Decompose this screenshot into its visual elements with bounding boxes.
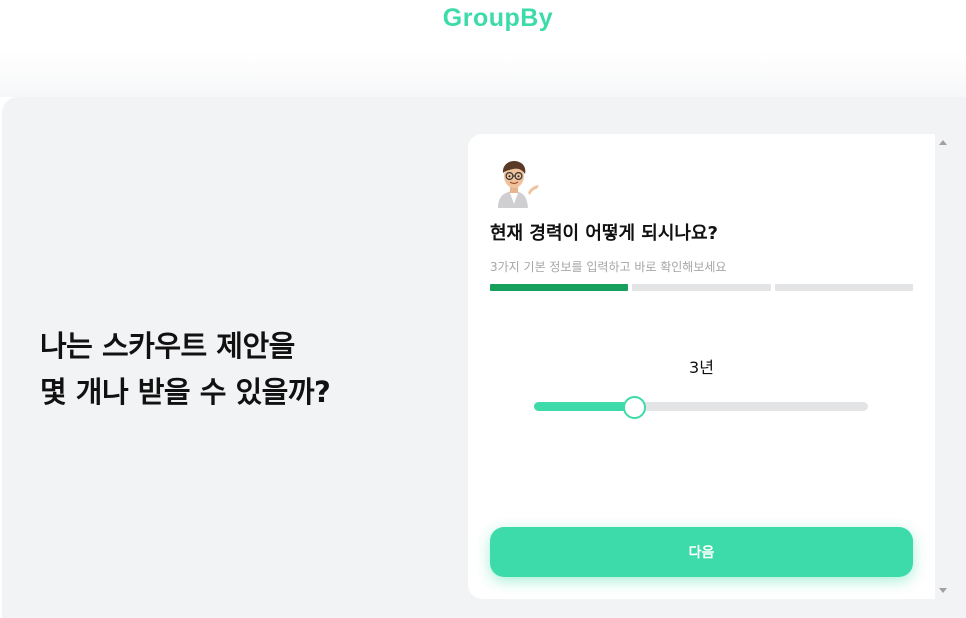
slider-thumb[interactable] — [623, 396, 646, 419]
experience-value-label: 3년 — [689, 358, 714, 377]
scroll-up-arrow-icon[interactable] — [939, 140, 947, 145]
header-fade — [0, 52, 966, 97]
scroll-down-arrow-icon[interactable] — [939, 588, 947, 593]
experience-slider[interactable] — [534, 396, 868, 419]
next-button[interactable]: 다음 — [490, 527, 913, 577]
question-subtitle: 3가지 기본 정보를 입력하고 바로 확인해보세요 — [490, 260, 727, 274]
hero-headline: 나는 스카우트 제안을 몇 개나 받을 수 있을까? — [40, 323, 440, 415]
progress-step-3 — [774, 284, 913, 291]
scrollbar[interactable] — [935, 134, 951, 599]
memoji-avatar-icon — [492, 160, 542, 208]
progress-step-1 — [490, 284, 629, 291]
top-header: GroupBy — [0, 0, 966, 52]
progress-step-2 — [632, 284, 771, 291]
question-title: 현재 경력이 어떻게 되시나요? — [490, 223, 718, 244]
hero-line-2: 몇 개나 받을 수 있을까? — [40, 375, 331, 409]
question-card: 현재 경력이 어떻게 되시나요? 3가지 기본 정보를 입력하고 바로 확인해보… — [468, 134, 935, 599]
slider-fill — [534, 402, 634, 411]
hero-line-1: 나는 스카우트 제안을 — [40, 329, 295, 363]
step-progress — [490, 284, 913, 291]
groupby-logo[interactable]: GroupBy — [0, 4, 966, 33]
